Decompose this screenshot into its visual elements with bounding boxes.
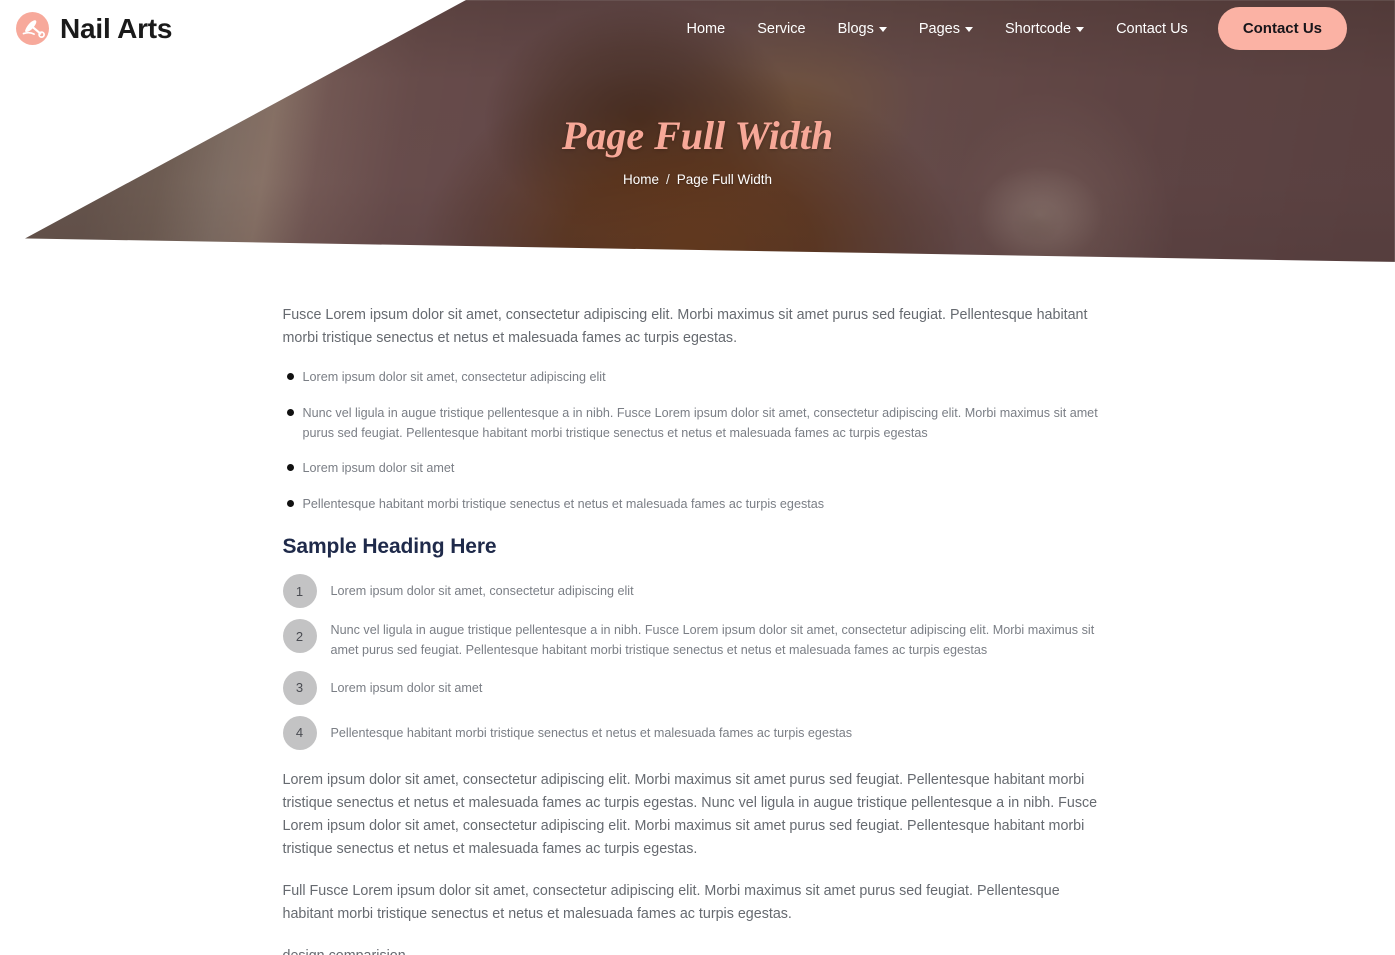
nav-item-contact-us[interactable]: Contact Us	[1100, 0, 1204, 57]
breadcrumb-separator: /	[665, 172, 670, 187]
nav-label: Service	[757, 20, 806, 37]
paragraph-3: design comparision	[283, 945, 1113, 955]
contact-us-button[interactable]: Contact Us	[1217, 7, 1347, 50]
list-number-badge: 1	[282, 574, 317, 609]
brand-name: Nail Arts	[60, 12, 173, 44]
chevron-down-icon	[964, 27, 973, 32]
chevron-down-icon	[878, 27, 887, 32]
nav-item-shortcode[interactable]: Shortcode	[989, 0, 1100, 57]
list-item: Nunc vel ligula in augue tristique pelle…	[283, 403, 1113, 444]
paragraph-2: Full Fusce Lorem ipsum dolor sit amet, c…	[282, 883, 1060, 923]
list-number-badge: 2	[282, 619, 317, 654]
list-item: Pellentesque habitant morbi tristique se…	[283, 494, 1113, 514]
breadcrumb: Home / Page Full Width	[0, 172, 1395, 187]
page-content: Fusce Lorem ipsum dolor sit amet, consec…	[282, 262, 1113, 955]
page-title: Page Full Width	[561, 113, 834, 158]
nav-label: Pages	[918, 20, 960, 37]
brand-logo-link[interactable]: Nail Arts	[12, 8, 173, 49]
nav-label: Contact Us	[1116, 20, 1188, 37]
nav-item-service[interactable]: Service	[741, 0, 821, 57]
nav-item-pages[interactable]: Pages	[903, 0, 989, 57]
list-number-badge: 3	[282, 670, 317, 705]
paragraph-1: Lorem ipsum dolor sit amet, consectetur …	[282, 771, 1098, 858]
hero-banner: Nail Arts Home Service Blogs Pages Short…	[0, 0, 1395, 262]
nail-polish-circle-logo-icon	[12, 8, 53, 49]
numbered-list: 1 Lorem ipsum dolor sit amet, consectetu…	[282, 573, 1113, 751]
list-item-text: Nunc vel ligula in augue tristique pelle…	[330, 623, 1095, 658]
breadcrumb-home-link[interactable]: Home	[623, 172, 659, 187]
list-item: 1 Lorem ipsum dolor sit amet, consectetu…	[282, 573, 1113, 609]
nav-item-blogs[interactable]: Blogs	[822, 0, 903, 57]
nav-label: Shortcode	[1004, 20, 1072, 37]
list-item: Lorem ipsum dolor sit amet	[283, 458, 1113, 478]
section-heading: Sample Heading Here	[282, 535, 497, 559]
main-navigation: Home Service Blogs Pages Shortcode Conta…	[671, 0, 1395, 57]
breadcrumb-current: Page Full Width	[676, 172, 773, 187]
body-paragraphs: Lorem ipsum dolor sit amet, consectetur …	[283, 769, 1113, 955]
list-item-text: Lorem ipsum dolor sit amet, consectetur …	[330, 584, 634, 599]
nav-item-home[interactable]: Home	[671, 0, 742, 57]
list-item-text: Lorem ipsum dolor sit amet	[330, 680, 483, 695]
list-number-badge: 4	[282, 715, 317, 750]
nav-label: Blogs	[837, 20, 874, 37]
list-item-text: Pellentesque habitant morbi tristique se…	[330, 725, 853, 740]
list-item: 2 Nunc vel ligula in augue tristique pel…	[282, 618, 1113, 660]
bullet-list: Lorem ipsum dolor sit amet, consectetur …	[283, 367, 1113, 514]
list-item: Lorem ipsum dolor sit amet, consectetur …	[283, 367, 1113, 387]
list-item: 3 Lorem ipsum dolor sit amet	[282, 670, 1113, 706]
nav-label: Home	[686, 20, 726, 37]
list-item: 4 Pellentesque habitant morbi tristique …	[282, 715, 1113, 751]
intro-paragraph: Fusce Lorem ipsum dolor sit amet, consec…	[282, 307, 1088, 347]
chevron-down-icon	[1076, 27, 1085, 32]
site-header: Nail Arts Home Service Blogs Pages Short…	[0, 0, 1395, 57]
hero-caption: Page Full Width Home / Page Full Width	[0, 112, 1395, 187]
